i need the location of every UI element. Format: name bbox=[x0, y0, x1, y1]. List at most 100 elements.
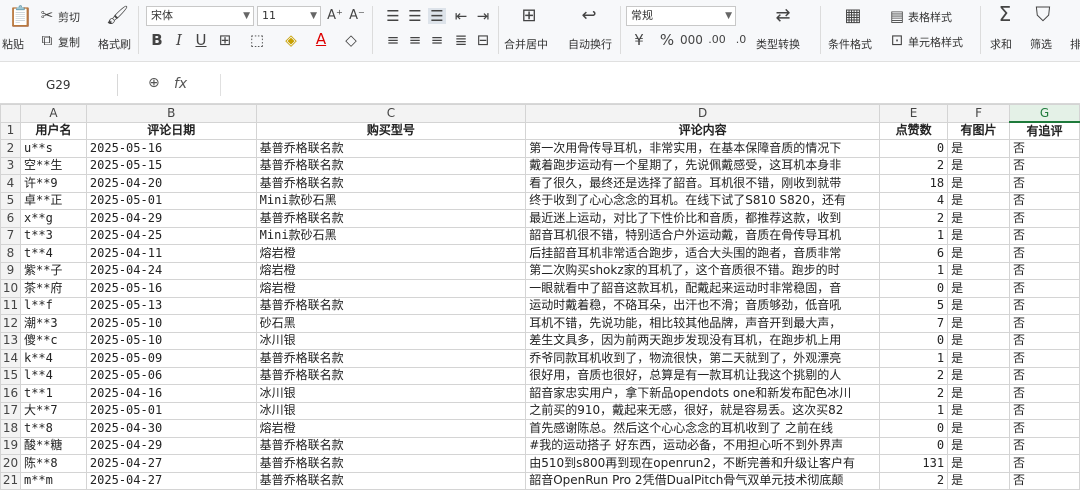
cell-has-image[interactable]: 是 bbox=[947, 436, 1010, 455]
cell-style-button[interactable]: 单元格样式 bbox=[908, 34, 963, 50]
fill-style-icon[interactable]: ⬚ bbox=[248, 32, 266, 48]
distribute-icon[interactable]: ⊟ bbox=[474, 32, 492, 48]
font-size-select[interactable]: 11 ▼ bbox=[257, 6, 321, 26]
row-header[interactable]: 4 bbox=[0, 174, 21, 193]
row-header[interactable]: 11 bbox=[0, 296, 21, 315]
cell-has-image[interactable]: 是 bbox=[947, 191, 1010, 210]
row-header[interactable]: 9 bbox=[0, 261, 21, 280]
cell-username[interactable]: 陈**8 bbox=[19, 454, 87, 473]
cell-username[interactable]: 傻**c bbox=[19, 331, 87, 350]
increase-font-icon[interactable]: A⁺ bbox=[326, 8, 344, 24]
cell-has-image[interactable]: 是 bbox=[947, 366, 1010, 385]
cell-date[interactable]: 2025-04-24 bbox=[85, 261, 257, 280]
cell-comment[interactable]: 一眼就看中了韶音这款耳机，配戴起来运动时非常稳固，音 bbox=[525, 279, 881, 298]
align-center-icon[interactable]: ≡ bbox=[406, 32, 424, 48]
merge-center-button[interactable]: 合并居中 bbox=[504, 36, 548, 52]
cell-likes[interactable]: 0 bbox=[879, 419, 949, 438]
cell-model[interactable]: 基普乔格联名款 bbox=[255, 471, 527, 490]
row-header[interactable]: 20 bbox=[0, 454, 21, 473]
cell-likes[interactable]: 1 bbox=[879, 401, 949, 420]
row-header[interactable]: 18 bbox=[0, 419, 21, 438]
zoom-icon[interactable]: ⊕ bbox=[148, 75, 160, 91]
select-all-corner[interactable] bbox=[0, 104, 21, 123]
header-model[interactable]: 购买型号 bbox=[255, 121, 527, 140]
cell-has-image[interactable]: 是 bbox=[947, 139, 1010, 158]
sum-icon[interactable]: Σ bbox=[996, 4, 1014, 24]
filter-icon[interactable]: ⛉ bbox=[1034, 4, 1052, 24]
cell-comment[interactable]: #我的运动搭子 好东西，运动必备，不用担心听不到外界声 bbox=[525, 436, 881, 455]
cell-username[interactable]: 紫**子 bbox=[19, 261, 87, 280]
number-format-select[interactable]: 常规 ▼ bbox=[626, 6, 736, 26]
column-header-g[interactable]: G bbox=[1009, 104, 1080, 123]
cell-comment[interactable]: 很好用，音质也很好，总算是有一款耳机让我这个挑剔的人 bbox=[525, 366, 881, 385]
cell-date[interactable]: 2025-05-10 bbox=[85, 331, 257, 350]
cell-has-image[interactable]: 是 bbox=[947, 174, 1010, 193]
cell-username[interactable]: 大**7 bbox=[19, 401, 87, 420]
cell-likes[interactable]: 0 bbox=[879, 436, 949, 455]
column-header-e[interactable]: E bbox=[879, 104, 949, 123]
cell-username[interactable]: t**3 bbox=[19, 226, 87, 245]
cell-style-icon[interactable]: ⊡ bbox=[888, 32, 906, 48]
cell-has-image[interactable]: 是 bbox=[947, 419, 1010, 438]
cell-username[interactable]: 卓**正 bbox=[19, 191, 87, 210]
cell-username[interactable]: k**4 bbox=[19, 349, 87, 368]
table-style-button[interactable]: 表格样式 bbox=[908, 9, 952, 25]
type-convert-button[interactable]: 类型转换 bbox=[756, 36, 800, 52]
cell-has-image[interactable]: 是 bbox=[947, 209, 1010, 228]
border-icon[interactable]: ⊞ bbox=[216, 32, 234, 48]
align-middle-icon[interactable]: ☰ bbox=[406, 8, 424, 24]
increase-decimal-icon[interactable]: .00 bbox=[708, 32, 726, 48]
cell-has-followup[interactable]: 否 bbox=[1009, 349, 1080, 368]
cell-username[interactable]: 酸**糖 bbox=[19, 436, 87, 455]
cell-likes[interactable]: 18 bbox=[879, 174, 949, 193]
cell-has-followup[interactable]: 否 bbox=[1009, 314, 1080, 333]
cell-has-image[interactable]: 是 bbox=[947, 226, 1010, 245]
cell-username[interactable]: t**4 bbox=[19, 244, 87, 263]
cell-date[interactable]: 2025-05-01 bbox=[85, 401, 257, 420]
cell-has-followup[interactable]: 否 bbox=[1009, 174, 1080, 193]
align-left-icon[interactable]: ≡ bbox=[384, 32, 402, 48]
cell-date[interactable]: 2025-04-29 bbox=[85, 209, 257, 228]
cell-model[interactable]: 熔岩橙 bbox=[255, 244, 527, 263]
wrap-text-button[interactable]: 自动换行 bbox=[568, 36, 612, 52]
cell-username[interactable]: t**1 bbox=[19, 384, 87, 403]
cell-model[interactable]: 基普乔格联名款 bbox=[255, 436, 527, 455]
decrease-font-icon[interactable]: A⁻ bbox=[348, 8, 366, 24]
row-header[interactable]: 10 bbox=[0, 279, 21, 298]
conditional-format-icon[interactable]: ▦ bbox=[844, 7, 862, 25]
cell-has-followup[interactable]: 否 bbox=[1009, 226, 1080, 245]
copy-icon[interactable]: ⧉ bbox=[38, 32, 56, 48]
cell-has-image[interactable]: 是 bbox=[947, 296, 1010, 315]
paste-icon[interactable]: 📋 bbox=[8, 6, 33, 26]
column-header-b[interactable]: B bbox=[85, 104, 257, 123]
conditional-format-button[interactable]: 条件格式 bbox=[828, 36, 872, 52]
align-bottom-icon[interactable]: ☰ bbox=[428, 8, 446, 24]
cell-likes[interactable]: 4 bbox=[879, 191, 949, 210]
cell-username[interactable]: 潮**3 bbox=[19, 314, 87, 333]
column-header-a[interactable]: A bbox=[19, 104, 87, 123]
row-header[interactable]: 5 bbox=[0, 191, 21, 210]
cell-has-followup[interactable]: 否 bbox=[1009, 261, 1080, 280]
cell-model[interactable]: 基普乔格联名款 bbox=[255, 349, 527, 368]
eraser-icon[interactable]: ◇ bbox=[342, 32, 360, 48]
cell-likes[interactable]: 1 bbox=[879, 349, 949, 368]
cell-has-followup[interactable]: 否 bbox=[1009, 296, 1080, 315]
sort-button[interactable]: 排 bbox=[1070, 36, 1080, 52]
cell-comment[interactable]: 耳机不错，先说功能，相比较其他品牌，声音开到最大声， bbox=[525, 314, 881, 333]
cell-has-image[interactable]: 是 bbox=[947, 244, 1010, 263]
column-header-d[interactable]: D bbox=[525, 104, 881, 123]
cell-comment[interactable]: 后挂韶音耳机非常适合跑步，适合大头围的跑者，音质非常 bbox=[525, 244, 881, 263]
cell-date[interactable]: 2025-04-27 bbox=[85, 471, 257, 490]
cell-model[interactable]: 砂石黑 bbox=[255, 314, 527, 333]
cell-comment[interactable]: 韶音耳机很不错，特别适合户外运动戴，音质在骨传导耳机 bbox=[525, 226, 881, 245]
cell-model[interactable]: 基普乔格联名款 bbox=[255, 296, 527, 315]
cell-model[interactable]: 熔岩橙 bbox=[255, 261, 527, 280]
cell-username[interactable]: 茶**府 bbox=[19, 279, 87, 298]
row-header[interactable]: 21 bbox=[0, 471, 21, 490]
currency-icon[interactable]: ¥ bbox=[630, 32, 648, 48]
row-header[interactable]: 17 bbox=[0, 401, 21, 420]
merge-center-icon[interactable]: ⊞ bbox=[520, 7, 538, 25]
format-painter-icon[interactable]: 🖌 bbox=[106, 7, 129, 25]
cell-comment[interactable]: 终于收到了心心念念的耳机。在线下试了S810 S820，还有 bbox=[525, 191, 881, 210]
thousands-icon[interactable]: 000 bbox=[680, 32, 703, 48]
